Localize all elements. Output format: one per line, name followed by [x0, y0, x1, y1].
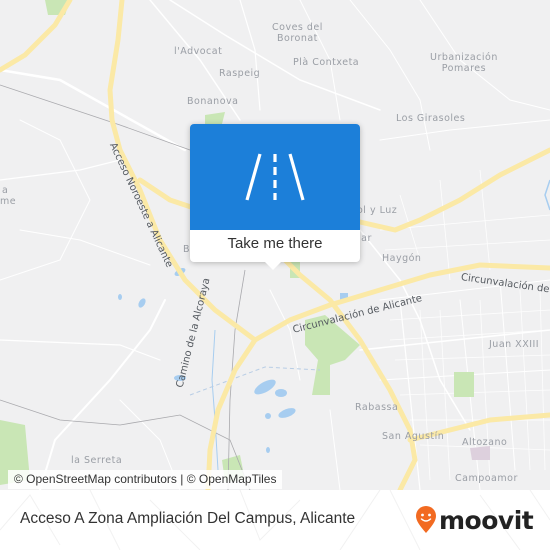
popup-pointer [265, 262, 281, 270]
moovit-pin-icon [416, 506, 436, 533]
place-label-left-me: me [0, 196, 17, 207]
place-label-left-b: B [183, 244, 191, 255]
road-icon [245, 153, 305, 201]
place-label-juan-xxiii: Juan XXIII [489, 339, 540, 350]
place-label-raspeig: Raspeig [219, 68, 261, 79]
location-title: Acceso A Zona Ampliación Del Campus, Ali… [20, 510, 356, 527]
place-label-sol-y-luz: ol y Luz [357, 205, 398, 216]
map-attribution[interactable]: © OpenStreetMap contributors | © OpenMap… [8, 470, 283, 489]
place-label-san-agustin: San Agustín [382, 431, 445, 442]
place-label-la-serreta: la Serreta [71, 455, 123, 466]
take-me-there-button[interactable]: Take me there [190, 230, 360, 262]
place-label-rabassa: Rabassa [355, 402, 399, 413]
place-label-urbanizacion-pomares: Urbanización Pomares [430, 52, 498, 74]
moovit-logo[interactable]: moovit [415, 503, 534, 537]
place-label-coves-del-boronat: Coves del Boronat [272, 22, 323, 44]
place-label-lar: lar [358, 233, 372, 244]
place-label-haygon: Haygón [382, 253, 422, 264]
place-label-campoamor: Campoamor [455, 473, 518, 484]
location-popup[interactable]: Take me there [190, 124, 360, 270]
popup-header[interactable] [190, 124, 360, 230]
place-label-l-advocat: l'Advocat [174, 46, 223, 57]
place-label-left-a: a [2, 185, 9, 196]
place-label-pla-contxeta: Plà Contxeta [293, 57, 360, 68]
place-label-bonanova: Bonanova [187, 96, 239, 107]
place-label-altozano: Altozano [462, 437, 508, 448]
moovit-wordmark: moovit [439, 505, 534, 535]
map-canvas[interactable]: Coves del Boronat l'Advocat Raspeig Plà … [0, 0, 550, 490]
place-label-los-girasoles: Los Girasoles [396, 113, 466, 124]
footer-bar: Acceso A Zona Ampliación Del Campus, Ali… [0, 490, 550, 550]
